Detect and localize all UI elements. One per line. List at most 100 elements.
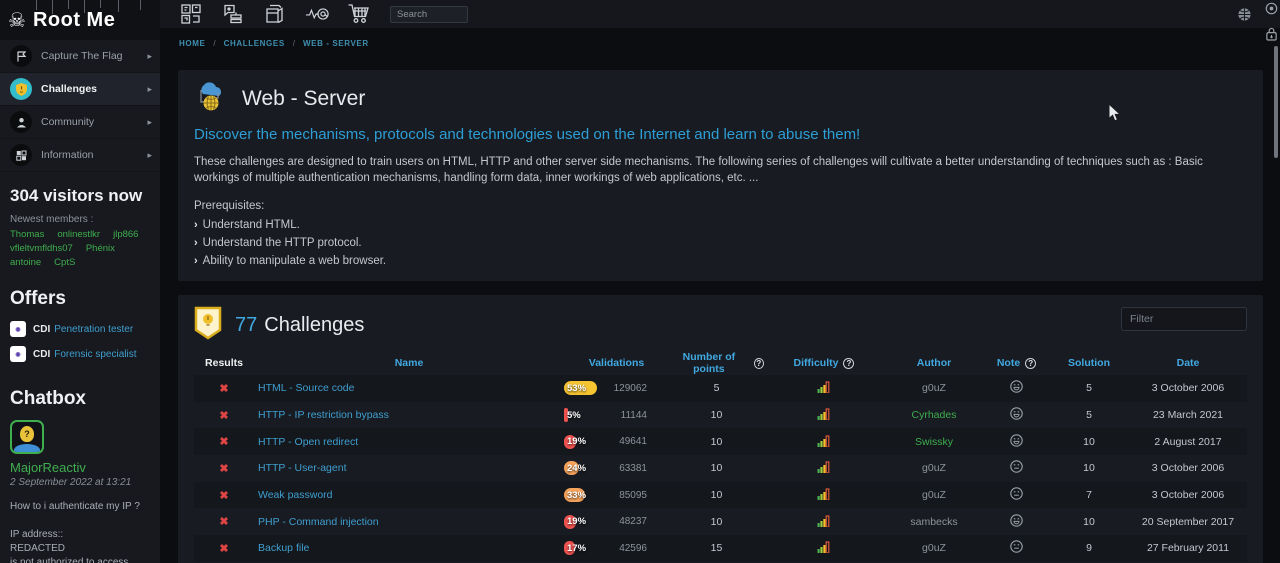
sidebar-item-capture-the-flag[interactable]: Capture The Flag ▸ bbox=[0, 40, 160, 73]
page-subtitle: Discover the mechanisms, protocols and t… bbox=[194, 126, 1247, 143]
breadcrumb-link[interactable]: WEB - SERVER bbox=[303, 39, 369, 48]
validation-percentage-bar: 24% bbox=[564, 461, 606, 475]
author-link[interactable]: Cyrhades bbox=[912, 409, 957, 421]
result-cell: ✖ bbox=[194, 542, 254, 555]
challenge-link[interactable]: HTTP - User-agent bbox=[258, 462, 347, 474]
column-header: Difficulty? bbox=[764, 357, 884, 369]
challenge-link[interactable]: HTTP - Open redirect bbox=[258, 436, 358, 448]
table-row[interactable]: ✖ Weak password 33% 85095 10 g0uZ 7 3 Oc… bbox=[194, 482, 1247, 509]
activity-at-icon[interactable] bbox=[305, 3, 329, 25]
challenge-link[interactable]: HTTP - IP restriction bypass bbox=[258, 409, 389, 421]
help-icon[interactable]: ? bbox=[754, 358, 764, 369]
challenges-table-card: 77 Challenges ResultsNameValidationsNumb… bbox=[178, 295, 1263, 563]
not-validated-icon: ✖ bbox=[219, 383, 228, 395]
chat-username-link[interactable]: MajorReactiv bbox=[10, 460, 150, 475]
breadcrumb-link[interactable]: HOME bbox=[179, 39, 205, 48]
date-cell: 3 October 2006 bbox=[1129, 489, 1247, 501]
author-link[interactable]: g0uZ bbox=[922, 542, 946, 554]
help-icon[interactable]: ? bbox=[1025, 358, 1036, 369]
sidebar-item-community[interactable]: Community ▸ bbox=[0, 106, 160, 139]
lock-icon[interactable] bbox=[1265, 27, 1278, 46]
date-cell: 3 October 2006 bbox=[1129, 382, 1247, 394]
help-icon[interactable]: ? bbox=[843, 358, 854, 369]
table-row[interactable]: ✖ HTML - Source code 53% 129062 5 g0uZ 5… bbox=[194, 375, 1247, 402]
solution-cell: 10 bbox=[1049, 462, 1129, 474]
community-chat-icon[interactable] bbox=[221, 3, 245, 25]
author-link[interactable]: g0uZ bbox=[922, 489, 946, 501]
search-input[interactable] bbox=[390, 6, 468, 23]
member-link[interactable]: jlp866 bbox=[113, 229, 138, 240]
solution-cell: 5 bbox=[1049, 409, 1129, 421]
avatar[interactable]: ? bbox=[10, 420, 44, 454]
chevron-right-icon: ▸ bbox=[147, 51, 152, 62]
shop-cart-icon[interactable] bbox=[347, 3, 371, 25]
avatar-head-icon: ? bbox=[20, 426, 34, 442]
note-cell bbox=[984, 434, 1049, 450]
offer-link[interactable]: Forensic specialist bbox=[54, 349, 136, 360]
offer-logo-icon: ◉ bbox=[10, 321, 26, 337]
author-link[interactable]: g0uZ bbox=[922, 382, 946, 394]
filter-input[interactable] bbox=[1121, 307, 1247, 331]
challenge-link[interactable]: PHP - Command injection bbox=[258, 516, 379, 528]
sidebar-item-challenges[interactable]: Challenges ▸ bbox=[0, 73, 160, 106]
points-cell: 10 bbox=[669, 516, 764, 528]
table-row[interactable]: ✖ PHP - Command injection 19% 48237 10 s… bbox=[194, 508, 1247, 535]
offer-item[interactable]: ◉ CDI Forensic specialist bbox=[0, 343, 160, 368]
target-icon[interactable] bbox=[1265, 2, 1278, 20]
author-link[interactable]: g0uZ bbox=[922, 462, 946, 474]
challenge-link[interactable]: Weak password bbox=[258, 489, 333, 501]
offers-list: ◉ CDI Penetration tester ◉ CDI Forensic … bbox=[0, 318, 160, 368]
sidebar: ☠ Root Me Capture The Flag ▸ Challenges … bbox=[0, 0, 160, 563]
offer-contract-type: CDI bbox=[33, 324, 50, 335]
sidebar-item-information[interactable]: Information ▸ bbox=[0, 139, 160, 172]
member-link[interactable]: Phénix bbox=[86, 243, 115, 254]
breadcrumb-link[interactable]: CHALLENGES bbox=[224, 39, 285, 48]
challenge-link[interactable]: HTML - Source code bbox=[258, 382, 354, 394]
ctf-map-icon[interactable] bbox=[179, 3, 203, 25]
member-link[interactable]: Thomas bbox=[10, 229, 44, 240]
chat-timestamp: 2 September 2022 at 13:21 bbox=[10, 477, 150, 488]
member-link[interactable]: onlinestlkr bbox=[57, 229, 100, 240]
member-link[interactable]: CptS bbox=[54, 257, 75, 268]
not-validated-icon: ✖ bbox=[219, 410, 228, 422]
name-cell: PHP - Command injection bbox=[254, 516, 564, 528]
sidebar-item-label: Information bbox=[41, 149, 147, 161]
offer-item[interactable]: ◉ CDI Penetration tester bbox=[0, 318, 160, 343]
validation-count: 63381 bbox=[606, 463, 669, 474]
solution-cell: 9 bbox=[1049, 542, 1129, 554]
challenge-link[interactable]: Backup file bbox=[258, 542, 309, 554]
solution-cell: 10 bbox=[1049, 436, 1129, 448]
author-link[interactable]: sambecks bbox=[910, 516, 957, 528]
info-blocks-icon bbox=[10, 144, 32, 166]
globe-icon[interactable] bbox=[1237, 7, 1252, 22]
vertical-scrollbar-thumb[interactable] bbox=[1274, 46, 1278, 158]
newest-members-label: Newest members : bbox=[0, 214, 160, 229]
validation-percentage: 24% bbox=[567, 463, 586, 474]
member-link[interactable]: vfleltvmfldhs07 bbox=[10, 243, 73, 254]
difficulty-bars-icon bbox=[817, 384, 831, 396]
validation-percentage-bar: 19% bbox=[564, 515, 606, 529]
note-cell bbox=[984, 407, 1049, 423]
note-face-icon bbox=[1010, 384, 1023, 396]
validation-count: 129062 bbox=[606, 383, 669, 394]
validation-count: 85095 bbox=[606, 490, 669, 501]
table-row[interactable]: ✖ HTTP - Open redirect 19% 49641 10 Swis… bbox=[194, 428, 1247, 455]
note-face-icon bbox=[1010, 491, 1023, 503]
difficulty-bars-icon bbox=[817, 491, 831, 503]
column-header: Validations bbox=[564, 357, 669, 369]
validation-percentage: 33% bbox=[567, 490, 586, 501]
breadcrumb: HOME/CHALLENGES/WEB - SERVER bbox=[160, 28, 1280, 58]
name-cell: HTTP - Open redirect bbox=[254, 436, 564, 448]
chat-message-block: IP address::REDACTEDis not authorized to… bbox=[10, 528, 150, 563]
table-row[interactable]: ✖ HTTP - User-agent 24% 63381 10 g0uZ 10… bbox=[194, 455, 1247, 482]
member-link[interactable]: antoine bbox=[10, 257, 41, 268]
documents-icon[interactable] bbox=[263, 3, 287, 25]
table-row[interactable]: ✖ Backup file 17% 42596 15 g0uZ 9 27 Feb… bbox=[194, 535, 1247, 562]
validation-percentage: 53% bbox=[567, 383, 586, 394]
offer-link[interactable]: Penetration tester bbox=[54, 324, 133, 335]
table-row[interactable]: ✖ HTTP - IP restriction bypass 5% 11144 … bbox=[194, 402, 1247, 429]
logo[interactable]: ☠ Root Me bbox=[0, 0, 160, 40]
author-link[interactable]: Swissky bbox=[915, 436, 953, 448]
date-cell: 3 October 2006 bbox=[1129, 462, 1247, 474]
page-title: Web - Server bbox=[242, 87, 365, 111]
